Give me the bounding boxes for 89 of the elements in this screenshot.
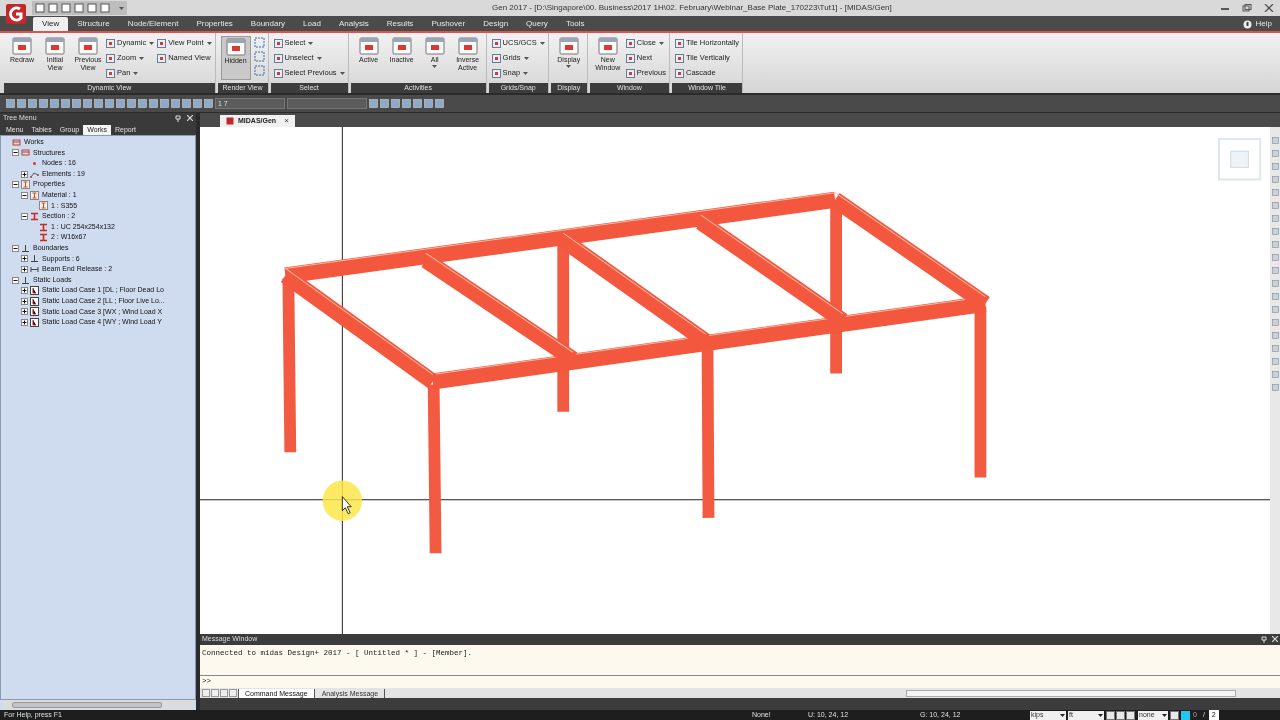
color-swatch[interactable]	[1181, 710, 1190, 720]
horizontal-scrollbar[interactable]	[906, 689, 1237, 697]
load-icon	[30, 296, 39, 306]
section-icon	[21, 180, 30, 190]
horizontal-scrollbar[interactable]	[2, 700, 194, 709]
caret-icon	[149, 41, 155, 45]
collapse-icon[interactable]	[12, 149, 19, 157]
ribbon-tab[interactable]: Query	[517, 17, 557, 31]
window-icon	[78, 36, 98, 56]
restore-icon[interactable]	[1242, 4, 1252, 12]
caret-icon	[1060, 713, 1065, 717]
window-icon	[358, 36, 379, 56]
window-icon	[391, 36, 412, 56]
i-beam-icon	[30, 211, 39, 221]
load-icon	[30, 317, 39, 327]
caret-icon	[1098, 713, 1103, 717]
section-icon	[30, 190, 39, 200]
expand-icon[interactable]	[21, 265, 28, 273]
caret-icon	[133, 71, 139, 75]
window-icon	[424, 36, 445, 56]
caret-icon	[658, 41, 664, 45]
ribbon-tab[interactable]: Pushover	[422, 17, 475, 31]
caret-icon	[1162, 713, 1167, 717]
pin-icon[interactable]	[175, 115, 181, 122]
view-cube-icon[interactable]	[1217, 138, 1262, 181]
render-icon[interactable]	[253, 65, 265, 76]
help-icon[interactable]	[1242, 19, 1252, 29]
window-icon	[558, 36, 579, 56]
ribbon-tab[interactable]: Node/Element	[118, 17, 188, 31]
i-beam-icon	[39, 222, 48, 232]
collapse-icon[interactable]	[21, 212, 28, 220]
frame-icon	[21, 148, 30, 158]
render-icon[interactable]	[253, 37, 265, 48]
caret-icon	[566, 65, 572, 68]
collapse-icon[interactable]	[12, 276, 19, 284]
support-icon	[21, 243, 30, 253]
caret-icon	[139, 56, 145, 60]
window-icon	[45, 36, 65, 56]
toolbar-field[interactable]	[287, 98, 367, 109]
caret-icon	[432, 65, 438, 68]
collapse-icon[interactable]	[12, 181, 19, 189]
expand-icon[interactable]	[21, 318, 28, 326]
frame-icon	[12, 137, 21, 147]
ribbon-tab[interactable]: Properties	[187, 17, 242, 31]
caret-icon[interactable]	[119, 6, 124, 10]
caret-icon	[308, 41, 314, 45]
expand-icon[interactable]	[21, 297, 28, 305]
support-icon	[21, 275, 30, 285]
section-icon	[39, 201, 48, 211]
render-icon[interactable]	[253, 51, 265, 62]
cursor-highlight	[322, 480, 362, 521]
help-menu[interactable]: Help	[1255, 18, 1272, 30]
load-icon	[30, 286, 39, 296]
ribbon-tab[interactable]: Analysis	[329, 17, 378, 31]
caret-icon	[206, 41, 212, 45]
collapse-icon[interactable]	[12, 244, 19, 252]
ribbon-tab[interactable]: Load	[294, 17, 330, 31]
expand-icon[interactable]	[21, 287, 28, 295]
tool-icon[interactable]	[1170, 710, 1179, 720]
close-button[interactable]: ×	[284, 115, 289, 127]
window-icon	[597, 36, 618, 56]
caret-icon	[316, 56, 322, 60]
window-icon	[12, 36, 32, 56]
ribbon-tab[interactable]: View	[33, 17, 69, 31]
window-title: Gen 2017 - [D:\Singapore\00. Business\2017 1H\02. February\Webinar_Base Plate_170223\Tut1] - [MIDAS/Gen]	[492, 2, 892, 14]
app-logo-icon	[226, 117, 234, 125]
caret-icon	[523, 56, 529, 60]
expand-icon[interactable]	[21, 308, 28, 316]
release-icon	[30, 264, 39, 274]
caret-icon	[539, 41, 545, 45]
window-icon	[225, 37, 246, 57]
ribbon-tab[interactable]: Structure	[68, 17, 119, 31]
expand-icon[interactable]	[21, 170, 28, 178]
i-beam-icon	[39, 233, 48, 243]
close-icon[interactable]	[1264, 4, 1274, 12]
load-icon	[30, 307, 39, 317]
ribbon-tab[interactable]: Boundary	[241, 17, 295, 31]
caret-icon	[339, 71, 345, 75]
caret-icon	[523, 71, 529, 75]
support-icon	[30, 254, 39, 264]
ribbon-tab[interactable]: Design	[474, 17, 518, 31]
ribbon-tab[interactable]: Tools	[556, 17, 594, 31]
window-icon	[457, 36, 478, 56]
collapse-icon[interactable]	[21, 191, 28, 199]
expand-icon[interactable]	[21, 255, 28, 263]
pin-icon[interactable]	[1261, 636, 1267, 643]
ribbon-tab[interactable]: Results	[377, 17, 423, 31]
app-logo-icon[interactable]	[5, 3, 27, 25]
node-icon	[30, 159, 39, 168]
